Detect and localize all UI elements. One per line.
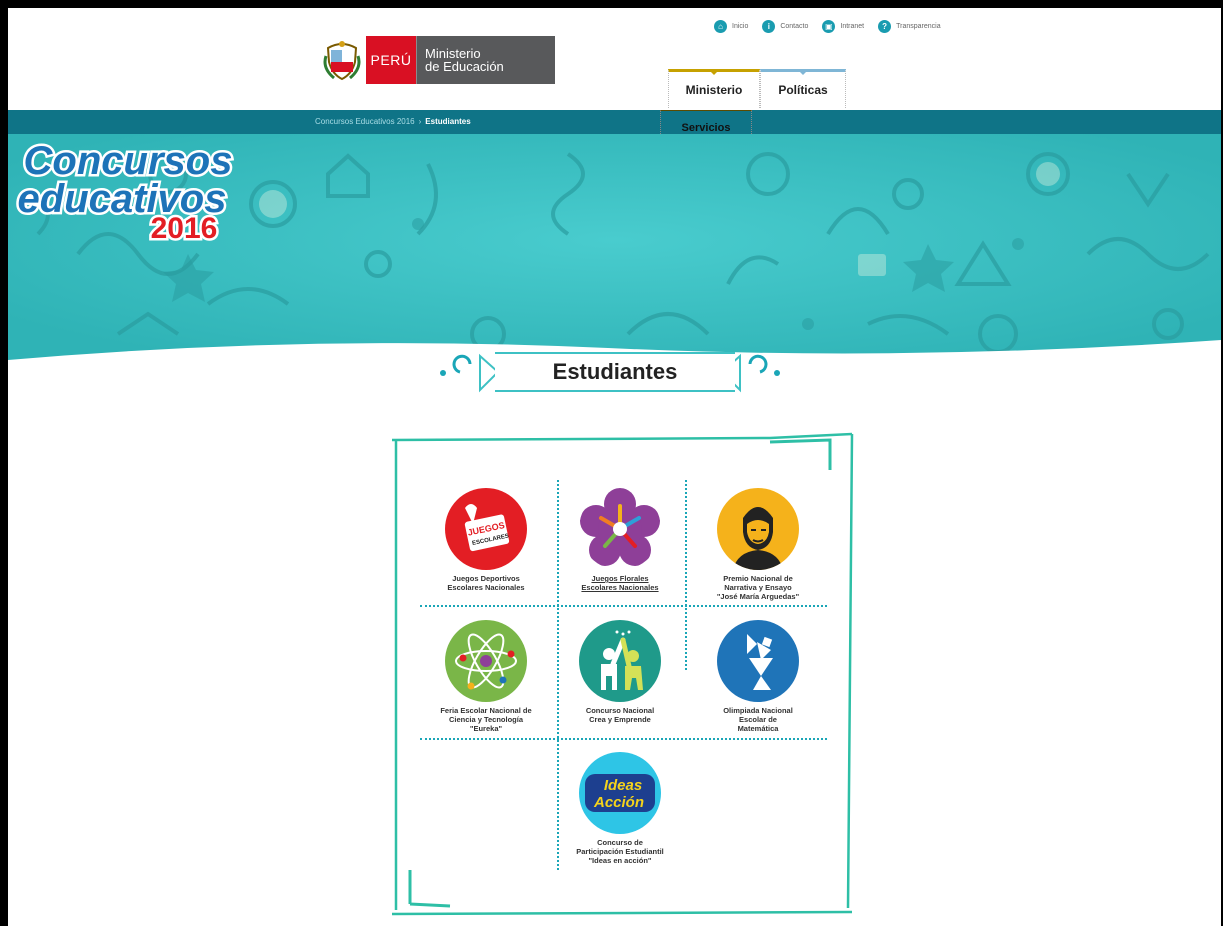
contest-card-juegos-florales[interactable]: Juegos Florales Escolares Nacionales [556,488,684,592]
contest-caption: Olimpiada Nacional Escolar de Matemática [694,706,822,733]
nav-tab-ministerio[interactable]: Ministerio [668,69,760,108]
contest-card-jose-maria-arguedas[interactable]: Premio Nacional de Narrativa y Ensayo "J… [694,488,822,601]
ministry-label: Ministerio de Educación [416,36,555,84]
caption-line: Participación Estudiantil [576,847,664,856]
breadcrumb-current: Estudiantes [425,117,471,126]
contest-caption: Concurso Nacional Crea y Emprende [556,706,684,724]
top-link-label: Intranet [840,23,865,30]
section-title-ribbon: Estudiantes [300,340,920,400]
top-link-contacto[interactable]: i Contacto [762,20,808,33]
caption-line: Escolares Nacionales [581,583,659,592]
main-nav: Ministerio Políticas [668,69,846,108]
top-link-label: Contacto [780,23,809,30]
top-link-intranet[interactable]: ▣ Intranet [822,20,864,33]
nav-tab-politicas[interactable]: Políticas [760,69,846,108]
contest-caption: Juegos Deportivos Escolares Nacionales [422,574,550,592]
banner-year: 2016 [151,212,218,242]
breadcrumb: Concursos Educativos 2016 › Estudiantes [315,117,471,126]
caret-down-icon [710,71,718,75]
caption-line: Crea y Emprende [589,715,651,724]
caption-line: Escolar de [739,715,777,724]
caption-line: Premio Nacional de [723,574,793,583]
caption-line: "José María Arguedas" [716,592,800,601]
breadcrumb-separator: › [418,117,422,126]
top-link-label: Transparencia [896,23,941,30]
breadcrumb-parent-link[interactable]: Concursos Educativos 2016 [315,117,415,126]
site-header: PERÚ Ministerio de Educación ⌂ Inicio i … [8,8,1221,110]
portrait-logo-icon [717,488,799,570]
ideas-logo-line-1: Ideas [604,777,642,794]
caption-line: "Ideas en acción" [588,856,652,865]
contest-caption: Feria Escolar Nacional de Ciencia y Tecn… [422,706,550,733]
info-icon: i [762,20,776,33]
grid-divider [685,480,687,670]
tangram-logo-icon [717,620,799,702]
contest-card-eureka[interactable]: Feria Escolar Nacional de Ciencia y Tecn… [422,620,550,733]
contest-caption: Premio Nacional de Narrativa y Ensayo "J… [694,574,822,601]
contest-caption: Juegos Florales Escolares Nacionales [556,574,684,592]
breadcrumb-bar: Concursos Educativos 2016 › Estudiantes [8,110,1221,134]
contest-card-ideas-en-accion[interactable]: Ideas Acción Concurso de Participación E… [556,752,684,865]
nav-tab-label: Ministerio [685,83,743,97]
concursos-logo: Concursos educativos 2016 [15,137,235,243]
caption-line: Matemática [737,724,779,733]
top-link-transparencia[interactable]: ? Transparencia [878,20,941,33]
caption-line: Feria Escolar Nacional de [440,706,532,715]
top-link-inicio[interactable]: ⌂ Inicio [714,20,748,33]
nav-tab-label: Servicios [681,122,731,134]
caret-down-icon [799,71,807,75]
grid-divider [420,738,827,740]
caption-line: Concurso de [597,838,643,847]
caption-line: Ciencia y Tecnología [448,715,524,724]
top-links: ⌂ Inicio i Contacto ▣ Intranet ? Transpa… [714,20,941,33]
ideas-accion-logo-icon: Ideas Acción [579,752,661,834]
lock-icon: ▣ [822,20,836,33]
caption-line: Escolares Nacionales [447,583,525,592]
home-icon: ⌂ [714,20,727,33]
contest-card-juegos-deportivos[interactable]: JUEGOS ESCOLARES Juegos Deportivos Escol… [422,488,550,592]
nav-tab-label: Políticas [778,83,828,97]
ideas-logo-line-2: Acción [593,794,644,811]
caption-line: Juegos Florales [591,574,649,583]
section-title: Estudiantes [552,359,678,384]
caption-line: Olimpiada Nacional [723,706,793,715]
top-link-label: Inicio [732,23,749,30]
contest-card-crea-y-emprende[interactable]: Concurso Nacional Crea y Emprende [556,620,684,724]
contest-panel: JUEGOS ESCOLARES Juegos Deportivos Escol… [390,430,855,917]
caption-line: Concurso Nacional [585,706,655,715]
flower-logo-icon [579,488,661,570]
contest-caption: Concurso de Participación Estudiantil "I… [556,838,684,865]
peru-label: PERÚ [366,36,416,84]
nav-tab-servicios[interactable]: Servicios [660,110,752,134]
minedu-logo[interactable]: PERÚ Ministerio de Educación [318,36,555,84]
juegos-deportivos-logo-icon: JUEGOS ESCOLARES [445,488,527,570]
caption-line: "Eureka" [469,724,503,733]
atom-logo-icon [445,620,527,702]
high-five-logo-icon [579,620,661,702]
contest-card-olimpiada-matematica[interactable]: Olimpiada Nacional Escolar de Matemática [694,620,822,733]
hero-banner: Concursos educativos 2016 [8,134,1221,370]
section-title-box: Estudiantes [495,352,735,392]
grid-divider [420,605,827,607]
transparency-icon: ? [878,20,892,33]
ministry-line-2: de Educación [425,59,504,74]
coat-of-arms-icon [318,36,366,84]
caption-line: Juegos Deportivos [452,574,520,583]
caption-line: Narrativa y Ensayo [724,583,792,592]
